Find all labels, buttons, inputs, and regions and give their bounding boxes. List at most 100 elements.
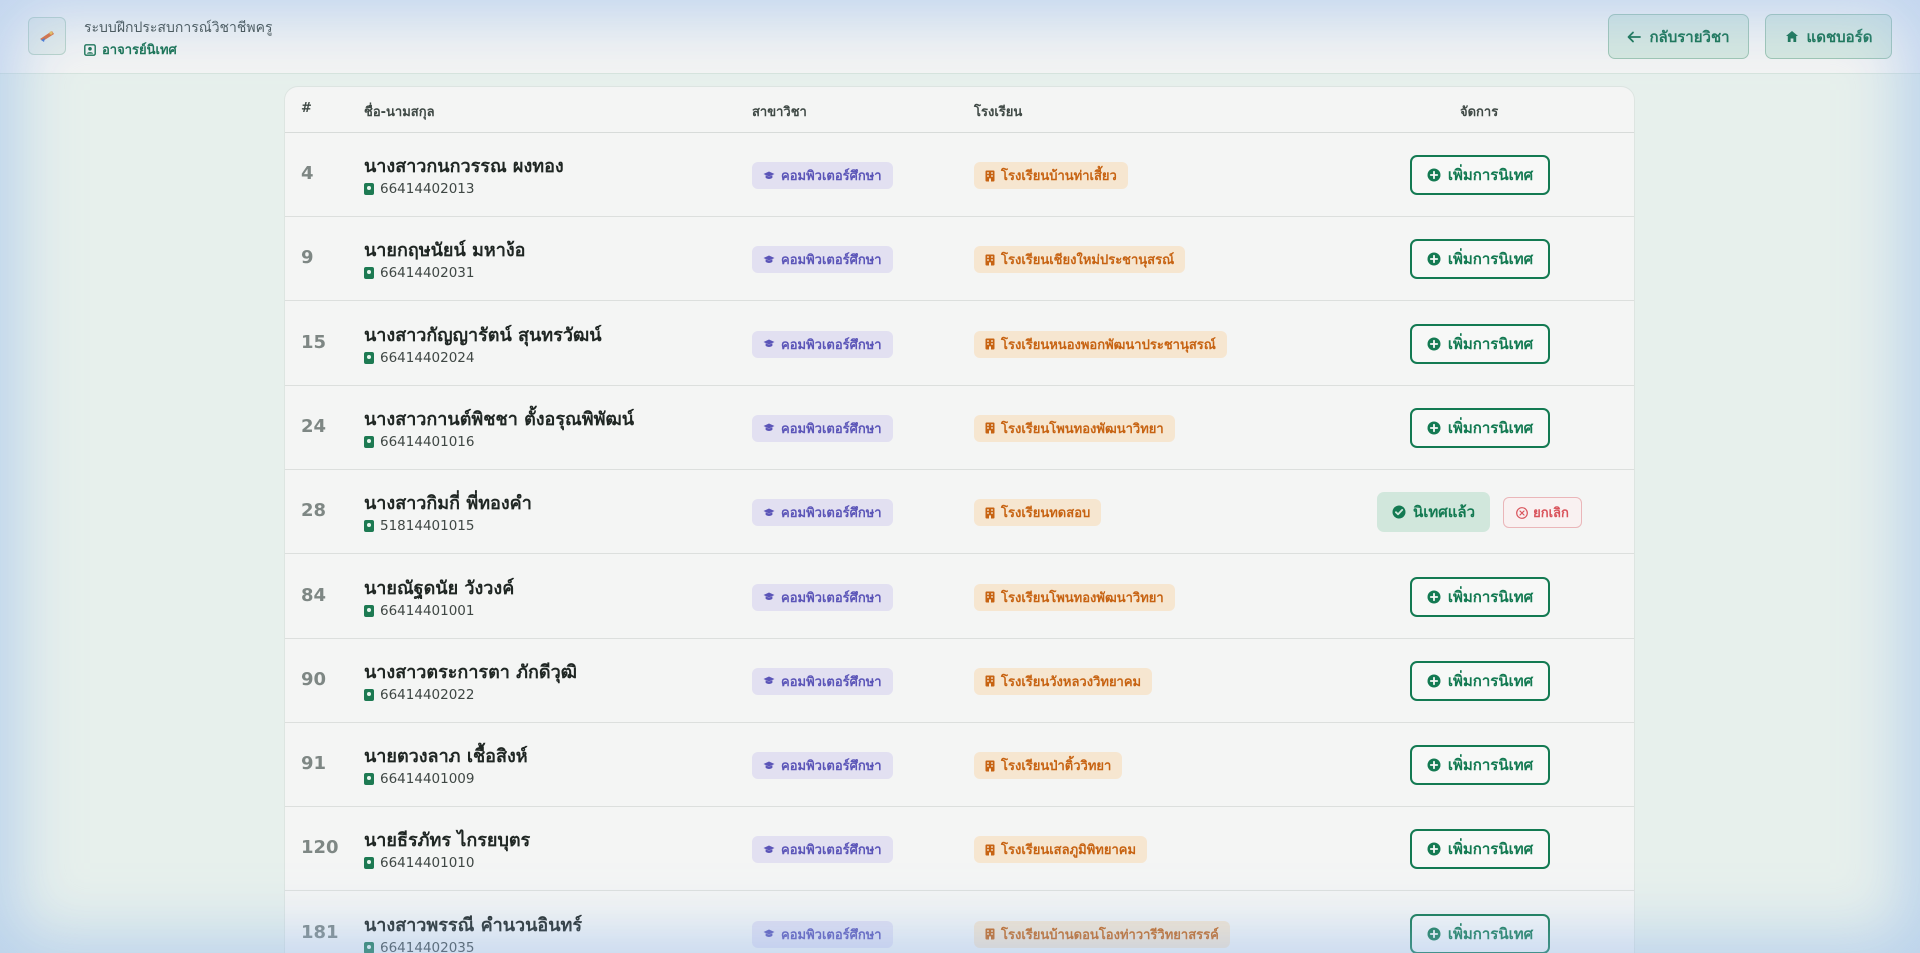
row-number: 9 (301, 247, 314, 269)
add-supervision-label: เพิ่มการนิเทศ (1447, 587, 1534, 606)
plus-circle-icon (1427, 168, 1441, 182)
add-supervision-button[interactable]: เพิ่มการนิเทศ (1410, 239, 1550, 280)
major-label: คอมพิวเตอร์ศึกษา (781, 927, 882, 943)
school-label: โรงเรียนทดสอบ (1001, 506, 1091, 522)
school-label: โรงเรียนหนองพอกพัฒนาประชานุสรณ์ (1001, 337, 1216, 353)
id-card-icon (364, 183, 374, 195)
student-name: นางสาวกานต์พิชชา ตั้งอรุณพิพัฒน์ (364, 408, 635, 430)
major-badge: คอมพิวเตอร์ศึกษา (752, 836, 893, 864)
add-supervision-button[interactable]: เพิ่มการนิเทศ (1410, 407, 1550, 448)
add-supervision-label: เพิ่มการนิเทศ (1447, 671, 1534, 690)
back-to-course-button[interactable]: กลับรายวิชา (1608, 14, 1749, 59)
app-logo[interactable] (28, 17, 66, 55)
check-circle-icon (1392, 505, 1406, 519)
row-number: 91 (301, 753, 327, 775)
add-supervision-label: เพิ่มการนิเทศ (1447, 756, 1534, 775)
school-badge: โรงเรียนวังหลวงวิทยาคม (974, 667, 1153, 695)
student-name: นายตวงลาภ เชื้อสิงห์ (364, 746, 528, 768)
student-name: นางสาวพรรณี คำนวนอินทร์ (364, 914, 583, 936)
major-badge: คอมพิวเตอร์ศึกษา (752, 583, 893, 611)
graduation-cap-icon (763, 171, 775, 179)
cancel-supervision-button[interactable]: ยกเลิก (1503, 497, 1582, 529)
major-badge: คอมพิวเตอร์ศึกษา (752, 499, 893, 527)
graduation-cap-icon (763, 676, 775, 685)
major-badge: คอมพิวเตอร์ศึกษา (752, 414, 893, 442)
plus-circle-icon (1427, 590, 1441, 603)
row-number: 181 (301, 921, 339, 943)
row-number: 28 (301, 500, 327, 522)
student-name: นางสาวกิมกี่ พี่ทองคำ (364, 493, 532, 515)
student-table: # ชื่อ-นามสกุล สาขาวิชา โรงเรียน จัดการ … (284, 86, 1635, 953)
school-badge: โรงเรียนเชียงใหม่ประชานุสรณ์ (974, 246, 1186, 274)
id-card-icon (364, 520, 374, 533)
add-supervision-button[interactable]: เพิ่มการนิเทศ (1410, 155, 1550, 195)
school-building-icon (985, 170, 995, 181)
plus-circle-icon (1427, 252, 1441, 266)
student-name: นางสาวกัญญารัตน์ สุนทรวัฒน์ (364, 324, 602, 346)
student-id: 66414401010 (364, 855, 474, 871)
add-supervision-button[interactable]: เพิ่มการนิเทศ (1410, 829, 1550, 870)
student-id: 66414402024 (364, 350, 474, 366)
school-label: โรงเรียนบ้านท่าเสี้ยว (1001, 169, 1117, 184)
school-label: โรงเรียนวังหลวงวิทยาคม (1001, 674, 1142, 690)
major-label: คอมพิวเตอร์ศึกษา (781, 169, 882, 184)
student-name: นางสาวกนกวรรณ ผงทอง (364, 156, 564, 177)
id-card-icon (364, 773, 374, 786)
col-actions: จัดการ (1460, 105, 1499, 120)
major-label: คอมพิวเตอร์ศึกษา (781, 506, 882, 522)
add-supervision-button[interactable]: เพิ่มการนิเทศ (1410, 745, 1550, 786)
add-supervision-button[interactable]: เพิ่มการนิเทศ (1410, 576, 1550, 617)
add-supervision-label: เพิ่มการนิเทศ (1447, 166, 1534, 184)
add-supervision-button[interactable]: เพิ่มการนิเทศ (1410, 913, 1550, 953)
user-role: อาจารย์นิเทศ (84, 39, 177, 60)
student-id: 66414402035 (364, 940, 474, 953)
id-card-icon (364, 857, 374, 870)
app-title: ระบบฝึกประสบการณ์วิชาชีพครู (84, 20, 273, 36)
major-badge: คอมพิวเตอร์ศึกษา (752, 330, 893, 358)
table-row: 90 นางสาวตระการตา ภักดีวุฒิ 66414402022 คอม… (285, 639, 1634, 723)
student-name: นายกฤษนัยน์ มหาง้อ (364, 240, 526, 262)
row-number: 90 (301, 668, 327, 690)
major-badge: คอมพิวเตอร์ศึกษา (752, 920, 893, 948)
add-supervision-button[interactable]: เพิ่มการนิเทศ (1410, 660, 1550, 701)
student-id: 66414401016 (364, 434, 474, 450)
add-supervision-label: เพิ่มการนิเทศ (1447, 250, 1534, 269)
school-building-icon (985, 422, 995, 434)
school-badge: โรงเรียนป่าติ้ววิทยา (974, 752, 1123, 780)
school-building-icon (985, 675, 995, 687)
major-label: คอมพิวเตอร์ศึกษา (781, 253, 882, 269)
student-id-value: 66414401009 (380, 771, 475, 788)
student-id-value: 66414401010 (380, 855, 475, 872)
plus-circle-icon (1427, 842, 1441, 856)
major-label: คอมพิวเตอร์ศึกษา (781, 337, 882, 353)
table-row: 84 นายณัฐดนัย วังวงค์ 66414401001 คอมพิวเตอ… (285, 555, 1634, 639)
major-badge: คอมพิวเตอร์ศึกษา (752, 246, 893, 274)
major-label: คอมพิวเตอร์ศึกษา (781, 590, 882, 606)
major-badge: คอมพิวเตอร์ศึกษา (752, 162, 893, 189)
student-id-value: 66414402031 (380, 265, 475, 282)
major-label: คอมพิวเตอร์ศึกษา (781, 421, 882, 437)
student-name: นายณัฐดนัย วังวงค์ (364, 577, 515, 599)
plus-circle-icon (1427, 758, 1441, 772)
school-badge: โรงเรียนบ้านท่าเสี้ยว (974, 162, 1128, 189)
add-supervision-button[interactable]: เพิ่มการนิเทศ (1410, 323, 1550, 364)
student-id-value: 66414402013 (380, 181, 475, 197)
graduation-cap-icon (763, 761, 775, 769)
school-badge: โรงเรียนโพนทองพัฒนาวิทยา (974, 414, 1175, 442)
student-id-value: 66414401016 (380, 433, 475, 450)
table-row: 24 นางสาวกานต์พิชชา ตั้งอรุณพิพัฒน์ 664144… (285, 386, 1634, 470)
row-number: 15 (301, 331, 327, 353)
student-name: นางสาวตระการตา ภักดีวุฒิ (364, 661, 577, 683)
graduation-cap-icon (763, 255, 775, 263)
student-id-value: 66414401001 (380, 602, 475, 619)
school-badge: โรงเรียนเสลภูมิพิทยาคม (974, 836, 1148, 864)
school-label: โรงเรียนป่าติ้ววิทยา (1001, 759, 1112, 775)
major-label: คอมพิวเตอร์ศึกษา (781, 843, 882, 859)
add-supervision-label: เพิ่มการนิเทศ (1447, 840, 1534, 859)
home-icon (1785, 31, 1798, 42)
id-card-icon (364, 941, 374, 953)
school-badge: โรงเรียนทดสอบ (974, 499, 1102, 527)
dashboard-button[interactable]: แดชบอร์ด (1765, 14, 1892, 59)
cancel-label: ยกเลิก (1533, 506, 1569, 522)
school-building-icon (985, 928, 995, 940)
